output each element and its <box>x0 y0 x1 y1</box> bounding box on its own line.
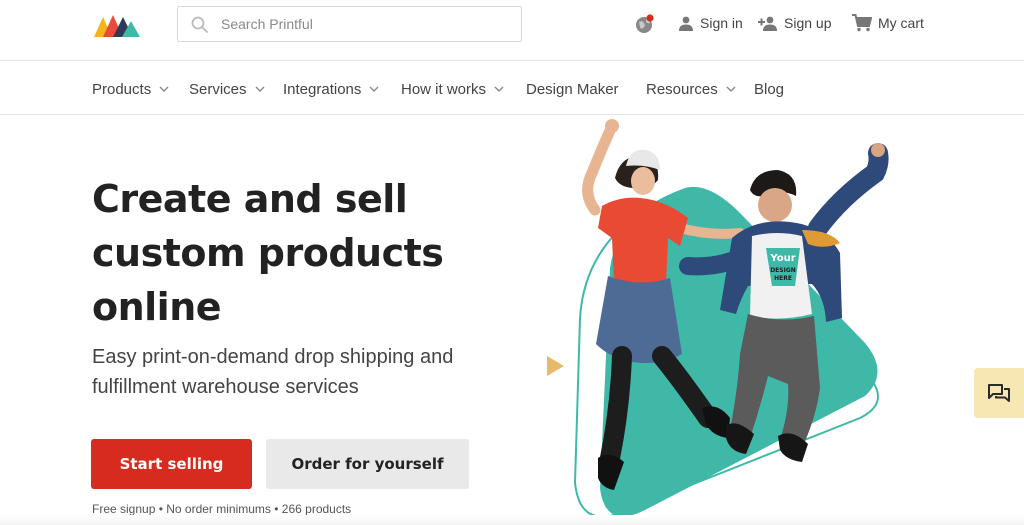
search-icon <box>191 16 208 33</box>
nav-label: How it works <box>401 80 487 98</box>
nav-label: Services <box>189 80 247 98</box>
chevron-down-icon <box>159 86 169 92</box>
add-user-icon <box>758 16 777 31</box>
decorative-triangle-small <box>547 356 564 376</box>
nav-item-how-it-works[interactable]: How it works <box>401 79 504 99</box>
chat-icon <box>988 384 1010 402</box>
chevron-down-icon <box>726 86 736 92</box>
hero-title: Create and sell custom products online <box>92 177 444 329</box>
nav-item-services[interactable]: Services <box>189 79 265 99</box>
hero-fineprint: Free signup • No order minimums • 266 pr… <box>92 502 352 516</box>
main-nav: Products Services Integrations How it wo… <box>0 60 1024 115</box>
search-input[interactable] <box>221 13 511 35</box>
nav-label: Resources <box>646 80 718 98</box>
cart-icon <box>852 14 872 32</box>
notification-badge <box>646 14 654 22</box>
nav-label: Blog <box>754 80 785 98</box>
nav-label: Design Maker <box>526 80 619 98</box>
nav-item-blog[interactable]: Blog <box>754 79 784 99</box>
nav-label: Products <box>92 80 152 98</box>
nav-item-integrations[interactable]: Integrations <box>283 79 379 99</box>
order-for-yourself-button[interactable]: Order for yourself <box>266 439 469 489</box>
cart-link[interactable]: My cart <box>852 13 924 33</box>
chevron-down-icon <box>255 86 265 92</box>
top-bar: Sign in Sign up My cart <box>0 0 1024 60</box>
user-icon <box>679 16 693 31</box>
shirt-print-line-3: HERE <box>774 275 792 282</box>
cart-label: My cart <box>878 15 924 31</box>
sign-up-link[interactable]: Sign up <box>758 13 831 33</box>
sign-up-label: Sign up <box>784 15 832 31</box>
nav-label: Integrations <box>283 80 362 98</box>
search-box[interactable] <box>177 6 522 42</box>
nav-item-products[interactable]: Products <box>92 79 169 99</box>
bottom-shadow <box>0 515 1024 525</box>
sign-in-link[interactable]: Sign in <box>678 13 743 33</box>
globe-icon[interactable] <box>634 13 656 35</box>
printful-logo-icon[interactable] <box>94 11 140 37</box>
nav-item-design-maker[interactable]: Design Maker <box>526 79 619 99</box>
shirt-print-line-2: DESIGN <box>770 267 796 274</box>
sign-in-label: Sign in <box>700 15 743 31</box>
chevron-down-icon <box>369 86 379 92</box>
shirt-print-line-1: Your <box>769 253 795 264</box>
chevron-down-icon <box>494 86 504 92</box>
nav-item-resources[interactable]: Resources <box>646 79 736 99</box>
hero-illustration: Your DESIGN HERE <box>547 119 889 525</box>
hero-subtitle: Easy print-on-demand drop shipping and f… <box>92 346 454 398</box>
chat-widget-button[interactable] <box>974 368 1024 418</box>
start-selling-button[interactable]: Start selling <box>91 439 252 489</box>
